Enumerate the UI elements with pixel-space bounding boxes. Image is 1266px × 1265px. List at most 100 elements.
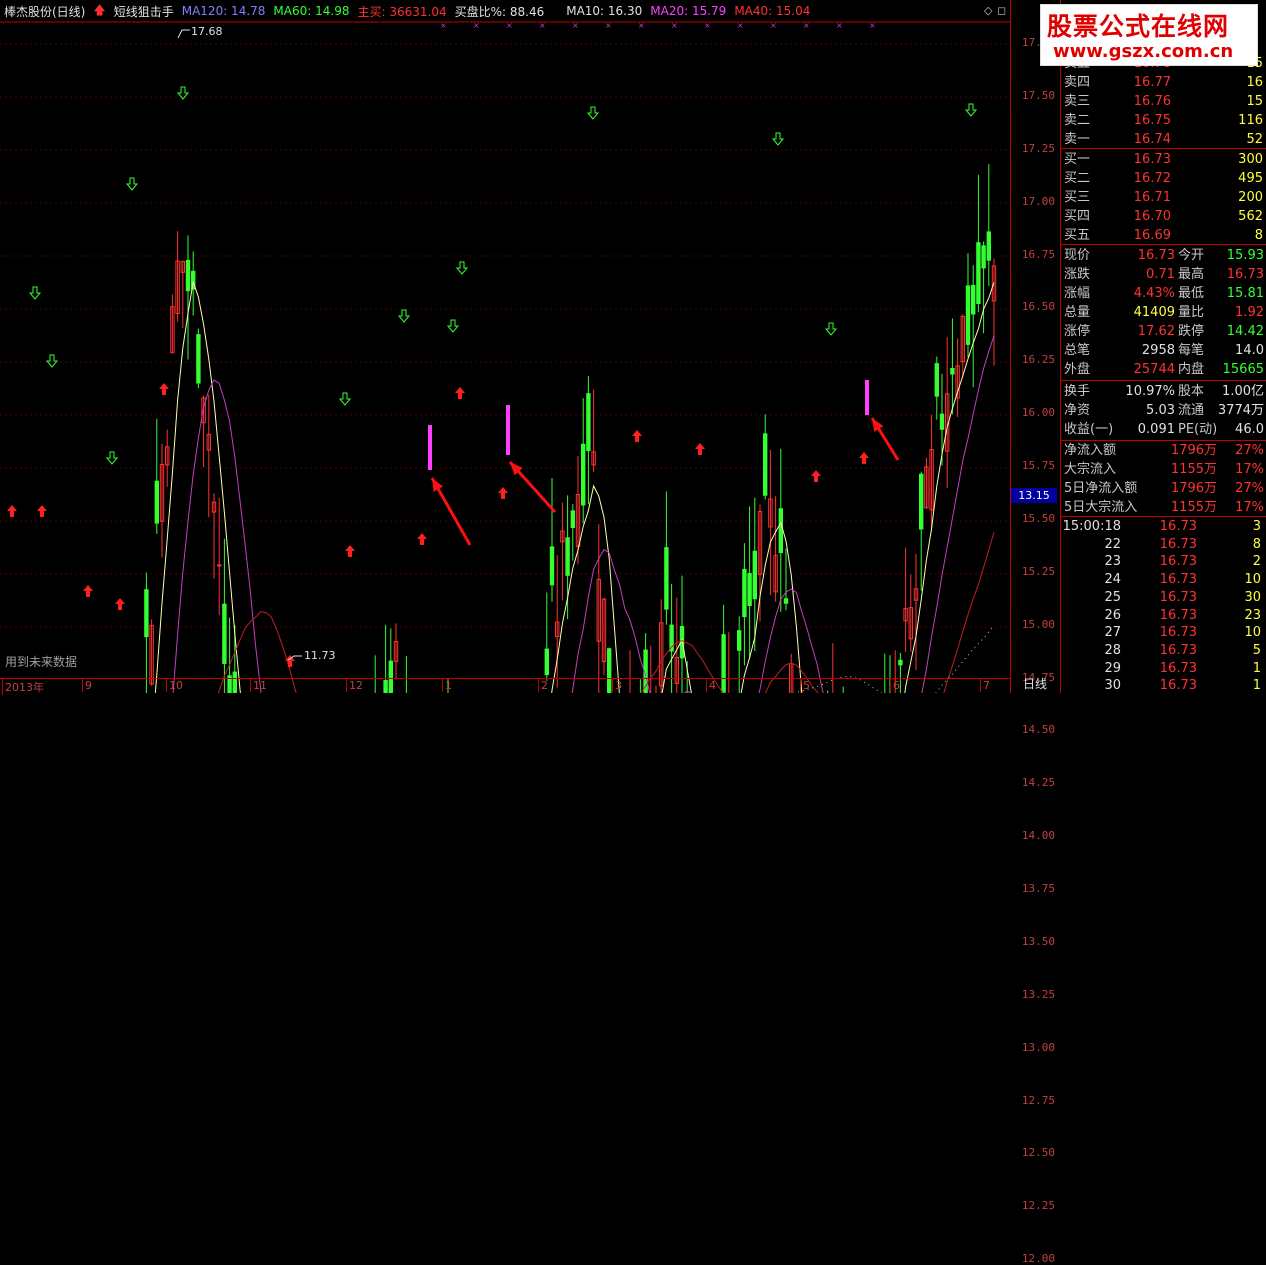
tick-row[interactable]: 27 16.73 10	[1061, 624, 1266, 642]
flow-amount: 1796万	[1170, 443, 1217, 458]
y-tick-label: 14.25	[1021, 776, 1055, 790]
x-axis: 2013年 9 10 11 12 1 2 3 4 5 6 7	[0, 678, 1010, 695]
tick-row[interactable]: 28 16.73 5	[1061, 642, 1266, 660]
candle-body[interactable]	[185, 259, 191, 292]
buy-signal-icon[interactable]	[632, 430, 642, 442]
sell-signal-icon[interactable]	[586, 106, 600, 120]
quote-value: 14.0	[1235, 343, 1264, 358]
tick-price: 16.73	[1159, 554, 1197, 570]
candle-body[interactable]	[144, 589, 149, 638]
tick-row[interactable]: 29 16.73 1	[1061, 660, 1266, 678]
flow-percent: 17%	[1235, 462, 1264, 477]
candle-body[interactable]	[549, 546, 555, 586]
candle-body[interactable]	[222, 603, 227, 664]
sell-signal-icon[interactable]	[824, 322, 838, 336]
candle-body[interactable]	[544, 648, 549, 676]
candle-body[interactable]	[965, 285, 971, 345]
candle-body[interactable]	[934, 363, 939, 397]
candle-body[interactable]	[783, 598, 789, 604]
ma120-readout: MA120: 14.78	[181, 4, 266, 18]
bid-row[interactable]: 买一 16.73 300	[1061, 150, 1266, 169]
buy-signal-icon[interactable]	[498, 487, 508, 499]
buy-signal-icon[interactable]	[859, 452, 869, 464]
quote-label: 最高	[1178, 267, 1205, 282]
ask-row[interactable]: 卖四 16.77 16	[1061, 73, 1266, 92]
indicator-name[interactable]: 短线狙击手	[114, 3, 174, 20]
x-tick-label: 1	[442, 679, 452, 692]
buy-signal-icon[interactable]	[417, 533, 427, 545]
candle-body[interactable]	[747, 573, 752, 607]
candle-body[interactable]	[971, 284, 976, 315]
flow-row: 5日净流入额 1796万 27%	[1061, 479, 1266, 498]
ask-row[interactable]: 卖二 16.75 116	[1061, 111, 1266, 130]
bid-row[interactable]: 买二 16.72 495	[1061, 169, 1266, 188]
candle-body[interactable]	[986, 231, 991, 261]
stock-title[interactable]: 棒杰股份(日线)	[4, 3, 85, 20]
bid-row[interactable]: 买三 16.71 200	[1061, 188, 1266, 207]
buy-signal-icon[interactable]	[345, 545, 355, 557]
sell-signal-icon[interactable]	[771, 132, 785, 146]
buy-signal-icon[interactable]	[37, 505, 47, 517]
candle-body[interactable]	[196, 334, 201, 384]
tick-row[interactable]: 22 16.73 8	[1061, 536, 1266, 554]
candle-body[interactable]	[217, 564, 222, 567]
divider	[1061, 244, 1266, 245]
bid-row[interactable]: 买五 16.69 8	[1061, 226, 1266, 245]
buy-signal-icon[interactable]	[159, 383, 169, 395]
quote-label: 现价	[1064, 248, 1091, 263]
tick-row[interactable]: 15:00:18 16.73 3	[1061, 518, 1266, 536]
tick-row[interactable]: 25 16.73 30	[1061, 589, 1266, 607]
buy-signal-icon[interactable]	[83, 585, 93, 597]
tick-row[interactable]: 24 16.73 10	[1061, 571, 1266, 589]
candle-body[interactable]	[752, 550, 757, 600]
sell-signal-icon[interactable]	[338, 392, 352, 406]
indicator-header: 棒杰股份(日线) 🡅 短线狙击手 MA120: 14.78 MA60: 14.9…	[0, 0, 1010, 22]
y-tick-label: 15.75	[1021, 459, 1055, 472]
tick-price: 16.73	[1159, 572, 1197, 588]
buy-signal-icon[interactable]	[7, 505, 17, 517]
buy-signal-icon[interactable]	[811, 470, 821, 482]
candle-body[interactable]	[742, 568, 747, 618]
candle-body[interactable]	[763, 433, 768, 496]
sell-signal-icon[interactable]	[397, 309, 411, 323]
sell-signal-icon[interactable]	[125, 177, 139, 191]
candlestick-plot[interactable]: × × × × × × × × × × × × × ×	[0, 0, 1010, 693]
buy-signal-icon[interactable]	[115, 598, 125, 610]
candle-body[interactable]	[778, 508, 783, 554]
candle-body[interactable]	[581, 443, 586, 506]
diamond-icon[interactable]: ◇	[984, 4, 992, 17]
candle-body[interactable]	[919, 473, 924, 530]
ask-label: 卖四	[1064, 75, 1091, 90]
sell-signal-icon[interactable]	[45, 354, 59, 368]
quote-value: 15665	[1222, 362, 1264, 377]
candle-body[interactable]	[981, 245, 986, 269]
candle-body[interactable]	[976, 242, 981, 305]
y-tick-label: 17.50	[1021, 88, 1055, 102]
candle-body[interactable]	[950, 368, 955, 375]
tick-row[interactable]: 23 16.73 2	[1061, 553, 1266, 571]
ask-row[interactable]: 卖三 16.76 15	[1061, 92, 1266, 111]
candle-body[interactable]	[586, 393, 591, 452]
bid-volume: 300	[1238, 152, 1263, 167]
sell-signal-icon[interactable]	[964, 103, 978, 117]
candle-body[interactable]	[939, 413, 945, 430]
sell-signal-icon[interactable]	[446, 319, 460, 333]
sell-signal-icon[interactable]	[105, 451, 119, 465]
candle-body[interactable]	[737, 630, 742, 651]
bid-row[interactable]: 买四 16.70 562	[1061, 207, 1266, 226]
ask-row[interactable]: 卖一 16.74 52	[1061, 130, 1266, 149]
candle-body[interactable]	[154, 480, 160, 524]
candle-body[interactable]	[565, 537, 570, 576]
y-tick-label: 16.50	[1021, 300, 1055, 314]
buy-signal-icon[interactable]	[695, 443, 705, 455]
kline-chart[interactable]: × × × × × × × × × × × × × × 棒杰股份(日线) 🡅 短线狙击手 MA120: 1…	[0, 0, 1010, 695]
candle-body[interactable]	[570, 510, 575, 529]
period-tab-daily[interactable]: 日线	[1010, 676, 1060, 693]
candle-body[interactable]	[898, 659, 903, 666]
buy-signal-icon[interactable]	[455, 387, 465, 399]
tick-row[interactable]: 26 16.73 23	[1061, 607, 1266, 625]
candle-body[interactable]	[664, 547, 669, 610]
sell-signal-icon[interactable]	[455, 261, 469, 275]
sell-signal-icon[interactable]	[28, 286, 42, 300]
square-icon[interactable]: ◻	[997, 4, 1006, 17]
